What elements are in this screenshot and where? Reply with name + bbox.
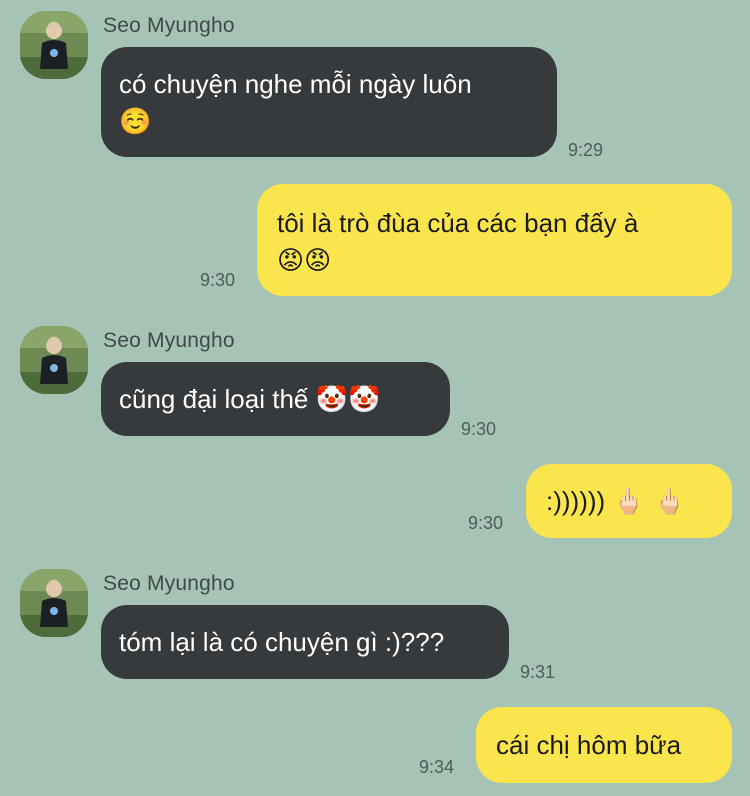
message-emoji: ☺️ — [119, 107, 152, 137]
profile-photo-icon — [20, 326, 88, 394]
message-text: cũng đại loại thế — [119, 384, 309, 414]
avatar[interactable] — [20, 326, 88, 394]
message-text: cái chị hôm bữa — [496, 730, 682, 760]
message-timestamp: 9:29 — [568, 140, 604, 160]
message-text: :)))))) — [546, 486, 606, 516]
message-text: có chuyện nghe mỗi ngày luôn — [119, 69, 472, 99]
message-text: tóm lại là có chuyện gì :)??? — [119, 627, 445, 657]
message-timestamp: 9:34 — [419, 757, 455, 777]
avatar[interactable] — [20, 569, 88, 637]
profile-photo-icon — [20, 569, 88, 637]
incoming-message-bubble[interactable]: cũng đại loại thế 🤡🤡 — [101, 362, 450, 436]
message-timestamp: 9:30 — [461, 419, 497, 439]
incoming-message-bubble[interactable]: có chuyện nghe mỗi ngày luôn ☺️ — [101, 47, 557, 157]
message-emoji: 😡😡 — [277, 246, 332, 276]
incoming-message-bubble[interactable]: tóm lại là có chuyện gì :)??? — [101, 605, 509, 679]
outgoing-message-bubble[interactable]: :)))))) 🖕🏻 🖕🏻 — [526, 464, 732, 538]
message-timestamp: 9:30 — [468, 513, 504, 533]
sender-name: Seo Myungho — [103, 572, 235, 595]
sender-name: Seo Myungho — [103, 14, 235, 37]
message-timestamp: 9:30 — [200, 270, 236, 290]
profile-photo-icon — [20, 11, 88, 79]
sender-name: Seo Myungho — [103, 329, 235, 352]
outgoing-message-bubble[interactable]: cái chị hôm bữa — [476, 707, 732, 783]
message-timestamp: 9:31 — [520, 662, 556, 682]
message-text: tôi là trò đùa của các bạn đấy à — [277, 208, 639, 238]
message-emoji: 🖕🏻 🖕🏻 — [612, 487, 686, 517]
avatar[interactable] — [20, 11, 88, 79]
message-emoji: 🤡🤡 — [315, 385, 381, 415]
outgoing-message-bubble[interactable]: tôi là trò đùa của các bạn đấy à 😡😡 — [257, 184, 732, 296]
